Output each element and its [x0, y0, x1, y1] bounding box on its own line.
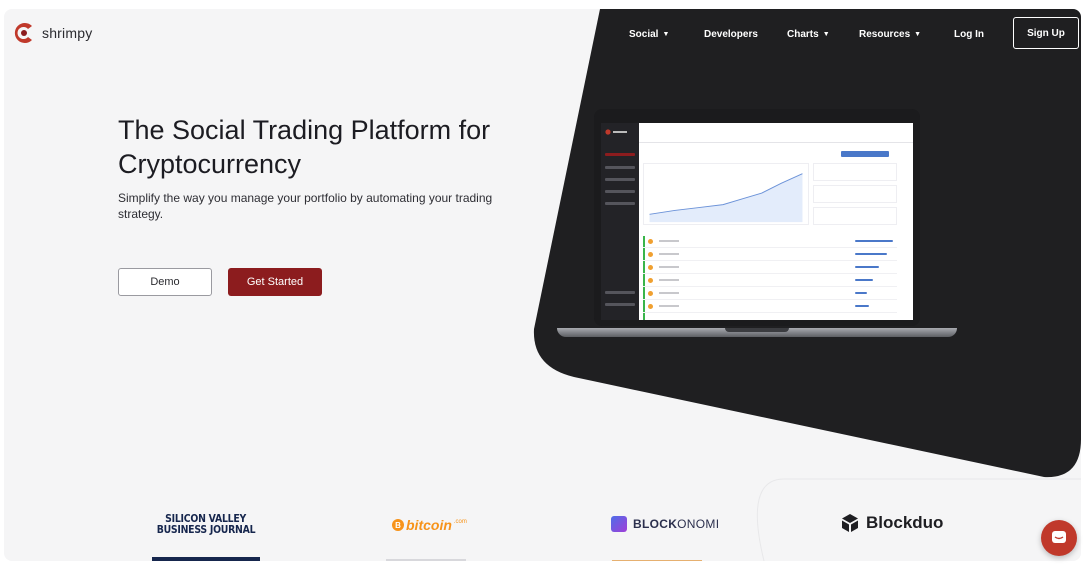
blockonomi-icon — [611, 516, 627, 532]
brand-name: shrimpy — [42, 25, 93, 41]
app-sidebar-item — [605, 291, 635, 294]
app-screenshot — [601, 123, 913, 320]
app-table-row — [643, 288, 897, 300]
nav-developers[interactable]: Developers — [704, 29, 758, 40]
app-stat-box — [813, 163, 897, 181]
press-logo-partial — [386, 559, 466, 561]
blockonomi-word: BLOCKONOMI — [633, 517, 720, 531]
nav-resources[interactable]: Resources ▼ — [859, 29, 921, 40]
nav-social[interactable]: Social ▼ — [629, 29, 669, 40]
app-stat-box — [813, 185, 897, 203]
signup-button[interactable]: Sign Up — [1013, 17, 1079, 49]
app-stat-box — [813, 207, 897, 225]
get-started-button[interactable]: Get Started — [228, 268, 322, 296]
page: shrimpy Social ▼ Developers Charts ▼ Res… — [4, 9, 1081, 561]
chat-launcher[interactable] — [1041, 520, 1077, 556]
mini-logo-icon — [605, 129, 627, 135]
press-logo-bitcoin[interactable]: B bitcoin .com — [392, 517, 467, 533]
laptop-mockup — [557, 109, 957, 347]
app-topbar — [639, 123, 913, 143]
app-sidebar-item — [605, 153, 635, 156]
app-sidebar-item — [605, 190, 635, 193]
app-table-row — [643, 262, 897, 274]
bitcoin-suffix: .com — [453, 519, 467, 525]
app-sidebar-item — [605, 166, 635, 169]
chevron-down-icon: ▼ — [914, 31, 922, 38]
bitcoin-icon: B — [392, 519, 404, 531]
app-table-row — [643, 249, 897, 261]
laptop-notch — [725, 328, 789, 332]
app-table-row — [643, 275, 897, 287]
press-logo-partial — [612, 560, 702, 561]
nav-login-label: Log In — [954, 29, 984, 40]
press-logo-blockonomi[interactable]: BLOCKONOMI — [611, 516, 719, 532]
nav-social-label: Social — [629, 29, 659, 40]
blockduo-word: Blockduo — [866, 513, 944, 532]
nav-login[interactable]: Log In — [954, 29, 984, 40]
chevron-down-icon: ▼ — [662, 31, 670, 38]
app-table-row — [643, 301, 897, 313]
chevron-down-icon: ▼ — [822, 31, 830, 38]
bitcoin-word: bitcoin — [406, 517, 452, 533]
nav-charts-label: Charts — [787, 29, 819, 40]
hero-subtitle: Simplify the way you manage your portfol… — [118, 191, 493, 221]
brand-logo[interactable]: shrimpy — [12, 21, 92, 45]
nav-resources-label: Resources — [859, 29, 911, 40]
press-logo-blockduo[interactable]: Blockduo — [840, 513, 943, 533]
app-table-row — [643, 236, 897, 248]
press-logo-partial — [152, 557, 260, 561]
app-sidebar-item — [605, 303, 635, 306]
hero-title: The Social Trading Platform for Cryptocu… — [118, 115, 491, 179]
svbj-line2: BUSINESS JOURNAL — [156, 523, 256, 536]
chat-bubble-icon — [1052, 531, 1066, 543]
nav-developers-label: Developers — [704, 29, 758, 40]
app-sidebar-item — [605, 178, 635, 181]
cube-icon — [842, 514, 858, 532]
app-sidebar — [601, 123, 639, 320]
shrimpy-logo-icon — [14, 23, 32, 43]
app-sidebar-item — [605, 202, 635, 205]
app-portfolio-chart — [643, 163, 809, 225]
demo-button[interactable]: Demo — [118, 268, 212, 296]
app-action-button — [841, 151, 889, 157]
press-logo-svbj[interactable]: SILICON VALLEY BUSINESS JOURNAL — [154, 513, 258, 535]
nav-charts[interactable]: Charts ▼ — [787, 29, 830, 40]
